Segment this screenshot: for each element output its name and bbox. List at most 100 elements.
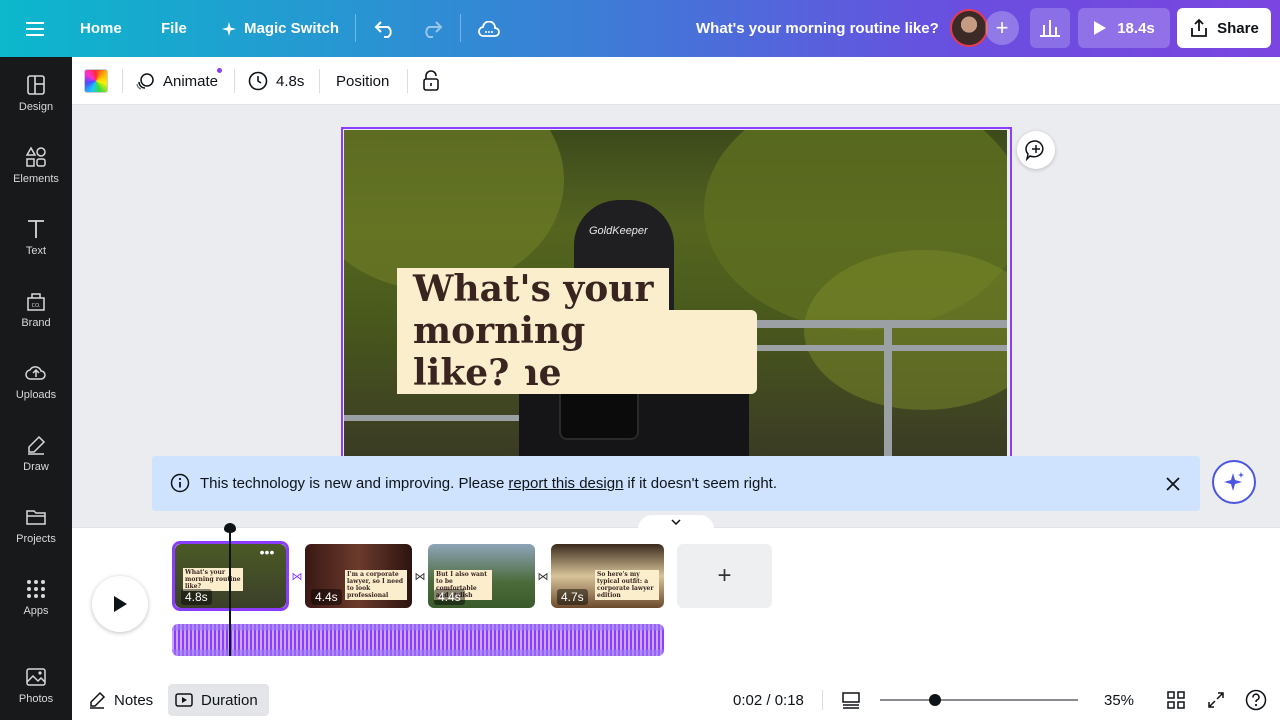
canva-assistant-button[interactable] bbox=[1212, 460, 1256, 504]
add-collaborator-button[interactable]: + bbox=[985, 11, 1019, 45]
redo-icon bbox=[425, 20, 443, 38]
fullscreen-button[interactable] bbox=[1204, 688, 1228, 712]
transition-button[interactable]: ⋈ bbox=[535, 568, 551, 584]
video-duration-icon bbox=[175, 693, 193, 707]
plus-icon: + bbox=[995, 15, 1009, 40]
undo-button[interactable] bbox=[374, 0, 396, 57]
new-badge-dot bbox=[217, 68, 222, 73]
sidebar-item-label: Brand bbox=[21, 316, 51, 329]
lock-button[interactable] bbox=[422, 57, 440, 105]
clip-more-options-button[interactable]: ••• bbox=[258, 545, 276, 562]
insights-button[interactable] bbox=[1030, 8, 1070, 48]
cloud-save-button[interactable] bbox=[478, 0, 500, 57]
grid-icon bbox=[1167, 691, 1185, 709]
timing-label: 4.8s bbox=[276, 72, 305, 90]
share-label: Share bbox=[1217, 19, 1259, 37]
magic-wand-icon bbox=[222, 21, 236, 36]
draw-icon bbox=[28, 435, 46, 455]
magic-switch-button[interactable]: Magic Switch bbox=[222, 0, 339, 57]
sidebar-item-elements[interactable]: Elements bbox=[0, 133, 72, 197]
play-icon bbox=[1094, 21, 1107, 35]
notice-message: This technology is new and improving. Pl… bbox=[200, 456, 777, 511]
transition-icon: ⋈ bbox=[291, 570, 303, 583]
duration-button[interactable]: Duration bbox=[168, 684, 269, 716]
sidebar-item-text[interactable]: Text bbox=[0, 205, 72, 269]
grid-view-button[interactable] bbox=[1164, 688, 1188, 712]
layout-icon bbox=[842, 692, 860, 709]
notice-text: if it doesn't seem right. bbox=[627, 475, 778, 492]
notes-button[interactable]: Notes bbox=[88, 684, 153, 716]
divider bbox=[822, 690, 823, 710]
notice-text: This technology is new and improving. Pl… bbox=[200, 475, 505, 492]
timeline-clip[interactable]: But I also want to be comfortable and st… bbox=[428, 544, 535, 608]
position-button[interactable]: Position bbox=[336, 57, 389, 105]
timing-button[interactable]: 4.8s bbox=[248, 57, 304, 105]
railing bbox=[344, 415, 534, 421]
clip-duration: 4.4s bbox=[434, 589, 465, 605]
sidebar-item-label: Uploads bbox=[15, 388, 57, 401]
playhead-handle[interactable] bbox=[224, 523, 236, 533]
divider bbox=[234, 69, 235, 93]
close-notice-button[interactable] bbox=[1162, 473, 1184, 495]
play-preview-button[interactable]: 18.4s bbox=[1078, 8, 1170, 48]
lock-icon bbox=[423, 70, 439, 91]
sparkle-icon bbox=[1224, 472, 1244, 491]
sidebar-item-design[interactable]: Design bbox=[0, 61, 72, 125]
uploads-icon bbox=[25, 365, 46, 380]
brand-icon: CO. bbox=[27, 292, 45, 311]
menu-button[interactable] bbox=[26, 0, 46, 57]
timeline-play-button[interactable] bbox=[92, 576, 148, 632]
home-button[interactable]: Home bbox=[80, 0, 122, 57]
design-icon bbox=[27, 74, 45, 95]
sidebar-item-uploads[interactable]: Uploads bbox=[0, 349, 72, 413]
context-toolbar: Animate 4.8s Position bbox=[72, 57, 1280, 105]
transition-icon: ⋈ bbox=[414, 570, 426, 583]
text-icon bbox=[28, 219, 44, 238]
divider bbox=[319, 69, 320, 93]
sidebar-item-brand[interactable]: CO. Brand bbox=[0, 277, 72, 341]
divider bbox=[122, 69, 123, 93]
playhead[interactable] bbox=[229, 528, 231, 656]
design-title[interactable]: What's your morning routine like? bbox=[696, 0, 939, 57]
railing bbox=[884, 320, 892, 460]
color-picker-button[interactable] bbox=[84, 57, 108, 105]
folder-icon bbox=[26, 509, 46, 525]
add-page-button[interactable]: + bbox=[677, 544, 772, 608]
comment-plus-icon bbox=[1025, 140, 1044, 161]
sidebar-item-photos[interactable]: Photos bbox=[0, 653, 72, 717]
animate-icon bbox=[136, 73, 154, 90]
sidebar-item-draw[interactable]: Draw bbox=[0, 421, 72, 485]
report-design-link[interactable]: report this design bbox=[508, 475, 623, 492]
sidebar-item-label: Text bbox=[25, 244, 47, 257]
sidebar-item-label: Draw bbox=[23, 460, 49, 473]
elements-icon bbox=[25, 145, 46, 167]
transition-button[interactable]: ⋈ bbox=[289, 568, 305, 584]
notes-label: Notes bbox=[114, 691, 154, 709]
redo-button[interactable] bbox=[421, 0, 443, 57]
share-icon bbox=[1191, 18, 1208, 37]
avatar[interactable] bbox=[950, 9, 988, 47]
sidebar-item-apps[interactable]: Apps bbox=[0, 565, 72, 629]
animate-button[interactable]: Animate bbox=[135, 57, 222, 105]
sidebar-item-label: Design bbox=[18, 100, 54, 113]
help-icon bbox=[1245, 689, 1267, 711]
duration-label: Duration bbox=[201, 691, 258, 709]
timeline-clip[interactable]: So here's my typical outfit: a corporate… bbox=[551, 544, 664, 608]
layout-toggle-button[interactable] bbox=[839, 688, 863, 712]
collapse-timeline-button[interactable] bbox=[638, 515, 714, 529]
zoom-level[interactable]: 35% bbox=[1104, 684, 1134, 716]
sidebar-item-projects[interactable]: Projects bbox=[0, 493, 72, 557]
headline-line: What's your bbox=[397, 268, 670, 310]
plus-icon: + bbox=[717, 562, 732, 589]
zoom-slider-track[interactable] bbox=[880, 699, 1078, 701]
sidebar-item-label: Photos bbox=[18, 692, 54, 705]
timeline-clip[interactable]: I'm a corporate lawyer, so I need to loo… bbox=[305, 544, 412, 608]
transition-button[interactable]: ⋈ bbox=[412, 568, 428, 584]
file-menu-button[interactable]: File bbox=[161, 0, 187, 57]
color-swatch bbox=[84, 69, 108, 93]
help-button[interactable] bbox=[1244, 688, 1268, 712]
add-comment-button[interactable] bbox=[1017, 131, 1055, 169]
share-button[interactable]: Share bbox=[1177, 8, 1271, 48]
divider bbox=[355, 14, 356, 42]
more-dots-icon: ••• bbox=[259, 544, 275, 560]
